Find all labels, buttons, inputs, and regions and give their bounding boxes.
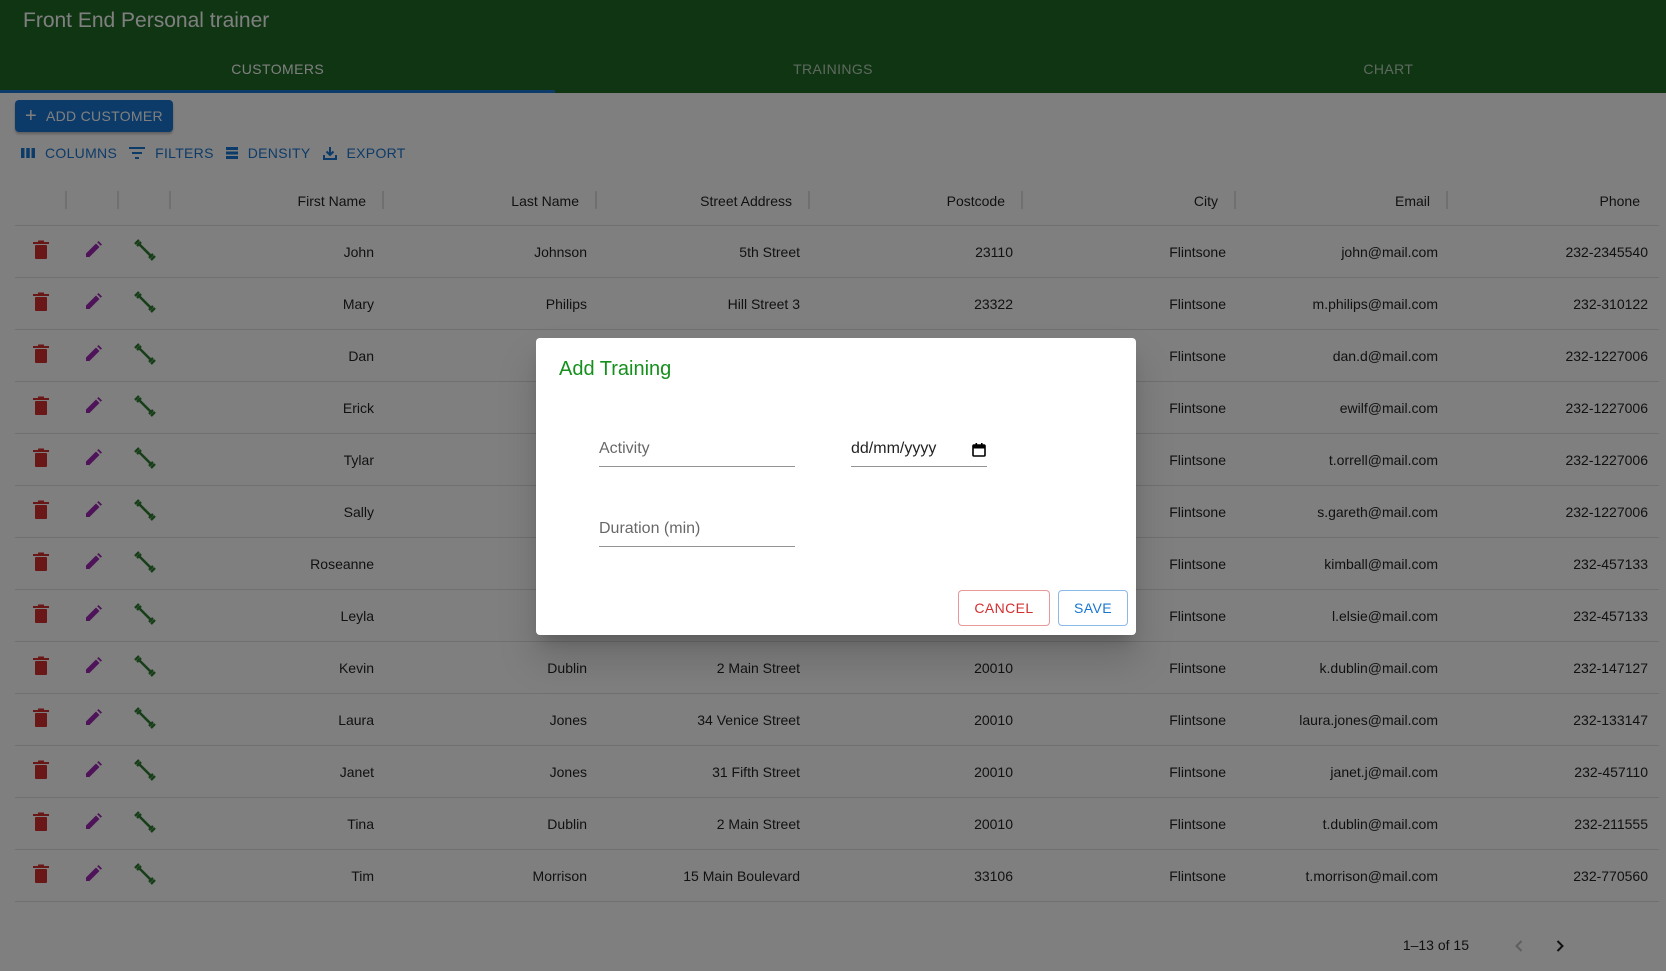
cancel-button[interactable]: CANCEL	[958, 590, 1050, 626]
calendar-icon[interactable]	[971, 442, 987, 458]
activity-placeholder: Activity	[599, 440, 650, 457]
activity-field[interactable]: Activity	[599, 437, 795, 467]
date-field[interactable]: dd/mm/yyyy	[851, 437, 987, 467]
date-placeholder: dd/mm/yyyy	[851, 440, 937, 457]
duration-field[interactable]: Duration (min)	[599, 517, 795, 547]
dialog-title: Add Training	[559, 358, 672, 380]
add-training-dialog: Add Training Activity dd/mm/yyyy Duratio…	[536, 338, 1136, 635]
duration-placeholder: Duration (min)	[599, 520, 701, 537]
save-button[interactable]: SAVE	[1058, 590, 1128, 626]
